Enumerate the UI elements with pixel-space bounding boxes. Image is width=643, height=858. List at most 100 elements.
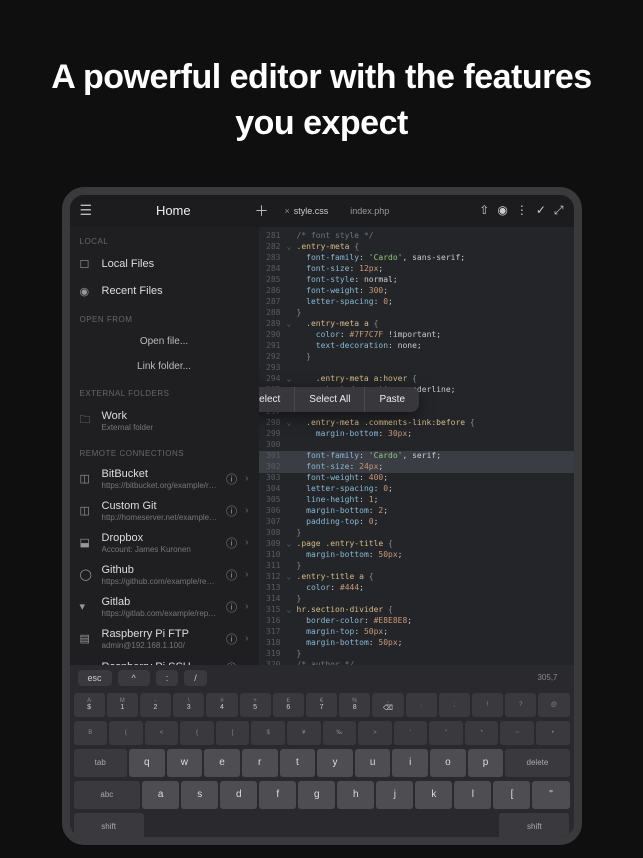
code-line[interactable]: 290 color: #7F7C7F !important; [259, 330, 574, 341]
code-line[interactable]: 316 border-color: #E8E8E8; [259, 616, 574, 627]
key-sym[interactable]: . [406, 693, 437, 717]
tab-indexphp[interactable]: index.php [344, 204, 395, 218]
key-sym[interactable]: B [74, 721, 108, 745]
key-sym[interactable]: ( [109, 721, 143, 745]
check-icon[interactable]: ✓ [536, 203, 546, 218]
fold-icon[interactable] [287, 330, 297, 341]
code-line[interactable]: 283 font-family: 'Cardo', sans-serif; [259, 253, 574, 264]
code-line[interactable]: 284 font-size: 12px; [259, 264, 574, 275]
key-k[interactable]: k [415, 781, 452, 809]
key-sym[interactable]: \3 [173, 693, 204, 717]
info-icon[interactable]: ⓘ [226, 535, 237, 551]
fold-icon[interactable] [287, 473, 297, 484]
fold-icon[interactable] [287, 638, 297, 649]
fold-icon[interactable] [287, 484, 297, 495]
key-y[interactable]: y [317, 749, 353, 777]
fold-icon[interactable] [287, 506, 297, 517]
fold-icon[interactable] [287, 352, 297, 363]
fold-icon[interactable] [287, 616, 297, 627]
key-delete[interactable]: delete [505, 749, 569, 777]
key-sym[interactable]: A$ [74, 693, 105, 717]
code-line[interactable]: 287 letter-spacing: 0; [259, 297, 574, 308]
key-sym[interactable]: ? [505, 693, 536, 717]
fold-icon[interactable]: ⌄ [287, 242, 297, 253]
code-line[interactable]: 285 font-style: normal; [259, 275, 574, 286]
key-caret[interactable]: ^ [118, 670, 150, 686]
tab-stylecss[interactable]: × style.css [279, 204, 335, 218]
key-sym[interactable]: [ [216, 721, 250, 745]
code-line[interactable]: 286 font-weight: 300; [259, 286, 574, 297]
key-sym[interactable]: ' [394, 721, 428, 745]
key-sym[interactable]: ¥ [287, 721, 321, 745]
code-line[interactable]: 317 margin-top: 50px; [259, 627, 574, 638]
key-sym[interactable]: ; [439, 693, 470, 717]
key-sym[interactable]: ~ [500, 721, 534, 745]
key-slash[interactable]: / [184, 670, 207, 686]
key-sym[interactable]: $ [251, 721, 285, 745]
key-h[interactable]: h [337, 781, 374, 809]
code-line[interactable]: 305 line-height: 1; [259, 495, 574, 506]
code-line[interactable]: 314} [259, 594, 574, 605]
expand-icon[interactable]: ⤢ [554, 203, 564, 218]
code-line[interactable]: 312⌄.entry-title a { [259, 572, 574, 583]
fold-icon[interactable]: ⌄ [287, 572, 297, 583]
add-icon[interactable]: ＋ [255, 201, 269, 221]
fold-icon[interactable] [287, 253, 297, 264]
share-icon[interactable]: ⇧ [479, 203, 489, 218]
key-o[interactable]: o [430, 749, 466, 777]
key-d[interactable]: d [220, 781, 257, 809]
key-r[interactable]: r [242, 749, 278, 777]
info-icon[interactable]: ⓘ [226, 471, 237, 487]
key-tab[interactable]: tab [74, 749, 127, 777]
fold-icon[interactable]: ⌄ [287, 539, 297, 550]
remote-connection-raspberry-pi-ftp[interactable]: ▤ Raspberry Pi FTP admin@192.168.1.100/ … [70, 623, 259, 655]
code-line[interactable]: 294⌄ .entry-meta a:hover { [259, 374, 574, 385]
key-sym[interactable]: ‰ [323, 721, 357, 745]
code-line[interactable]: 289⌄ .entry-meta a { [259, 319, 574, 330]
key-sym[interactable]: +5 [240, 693, 271, 717]
code-line[interactable]: 308} [259, 528, 574, 539]
key-g[interactable]: g [298, 781, 335, 809]
code-line[interactable]: 310 margin-bottom: 50px; [259, 550, 574, 561]
fold-icon[interactable] [287, 627, 297, 638]
close-icon[interactable]: × [285, 206, 290, 216]
code-line[interactable]: 318 margin-bottom: 50px; [259, 638, 574, 649]
key-sym[interactable]: %8 [339, 693, 370, 717]
eye-icon[interactable]: ◉ [497, 203, 507, 218]
key-sym[interactable]: " [429, 721, 463, 745]
fold-icon[interactable] [287, 660, 297, 665]
code-line[interactable]: 298⌄ .entry-meta .comments-link:before { [259, 418, 574, 429]
key-sym[interactable]: @ [538, 693, 569, 717]
fold-icon[interactable] [287, 429, 297, 440]
info-icon[interactable]: ⓘ [226, 631, 237, 647]
key-sym[interactable]: < [145, 721, 179, 745]
fold-icon[interactable] [287, 561, 297, 572]
code-editor[interactable]: 281/* font style */282⌄.entry-meta {283 … [259, 227, 574, 665]
code-line[interactable]: 291 text-decoration: none; [259, 341, 574, 352]
fold-icon[interactable]: ⌄ [287, 418, 297, 429]
sidebar-item-recent-files[interactable]: ◉ Recent Files [70, 278, 259, 305]
key-p[interactable]: p [468, 749, 504, 777]
key-sym[interactable]: #4 [206, 693, 237, 717]
context-select[interactable]: Select [259, 387, 296, 412]
settings-icon[interactable]: ☰ [80, 202, 93, 219]
code-line[interactable]: 304 letter-spacing: 0; [259, 484, 574, 495]
key-sym[interactable]: { [180, 721, 214, 745]
code-line[interactable]: 319} [259, 649, 574, 660]
fold-icon[interactable] [287, 341, 297, 352]
key-q[interactable]: q [129, 749, 165, 777]
key-l[interactable]: l [454, 781, 491, 809]
code-line[interactable]: 281/* font style */ [259, 231, 574, 242]
open-file-button[interactable]: Open file... [70, 329, 259, 354]
key-a[interactable]: a [142, 781, 179, 809]
code-line[interactable]: 292 } [259, 352, 574, 363]
fold-icon[interactable] [287, 594, 297, 605]
key-shift-left[interactable]: shift [74, 813, 144, 841]
key-sym[interactable]: * [465, 721, 499, 745]
key-sym[interactable]: M1 [107, 693, 138, 717]
key-sym[interactable]: > [358, 721, 392, 745]
remote-connection-gitlab[interactable]: ▾ Gitlab https://gitlab.com/example/repo… [70, 591, 259, 623]
fold-icon[interactable] [287, 231, 297, 242]
key-esc[interactable]: esc [78, 670, 112, 686]
code-line[interactable]: 309⌄.page .entry-title { [259, 539, 574, 550]
